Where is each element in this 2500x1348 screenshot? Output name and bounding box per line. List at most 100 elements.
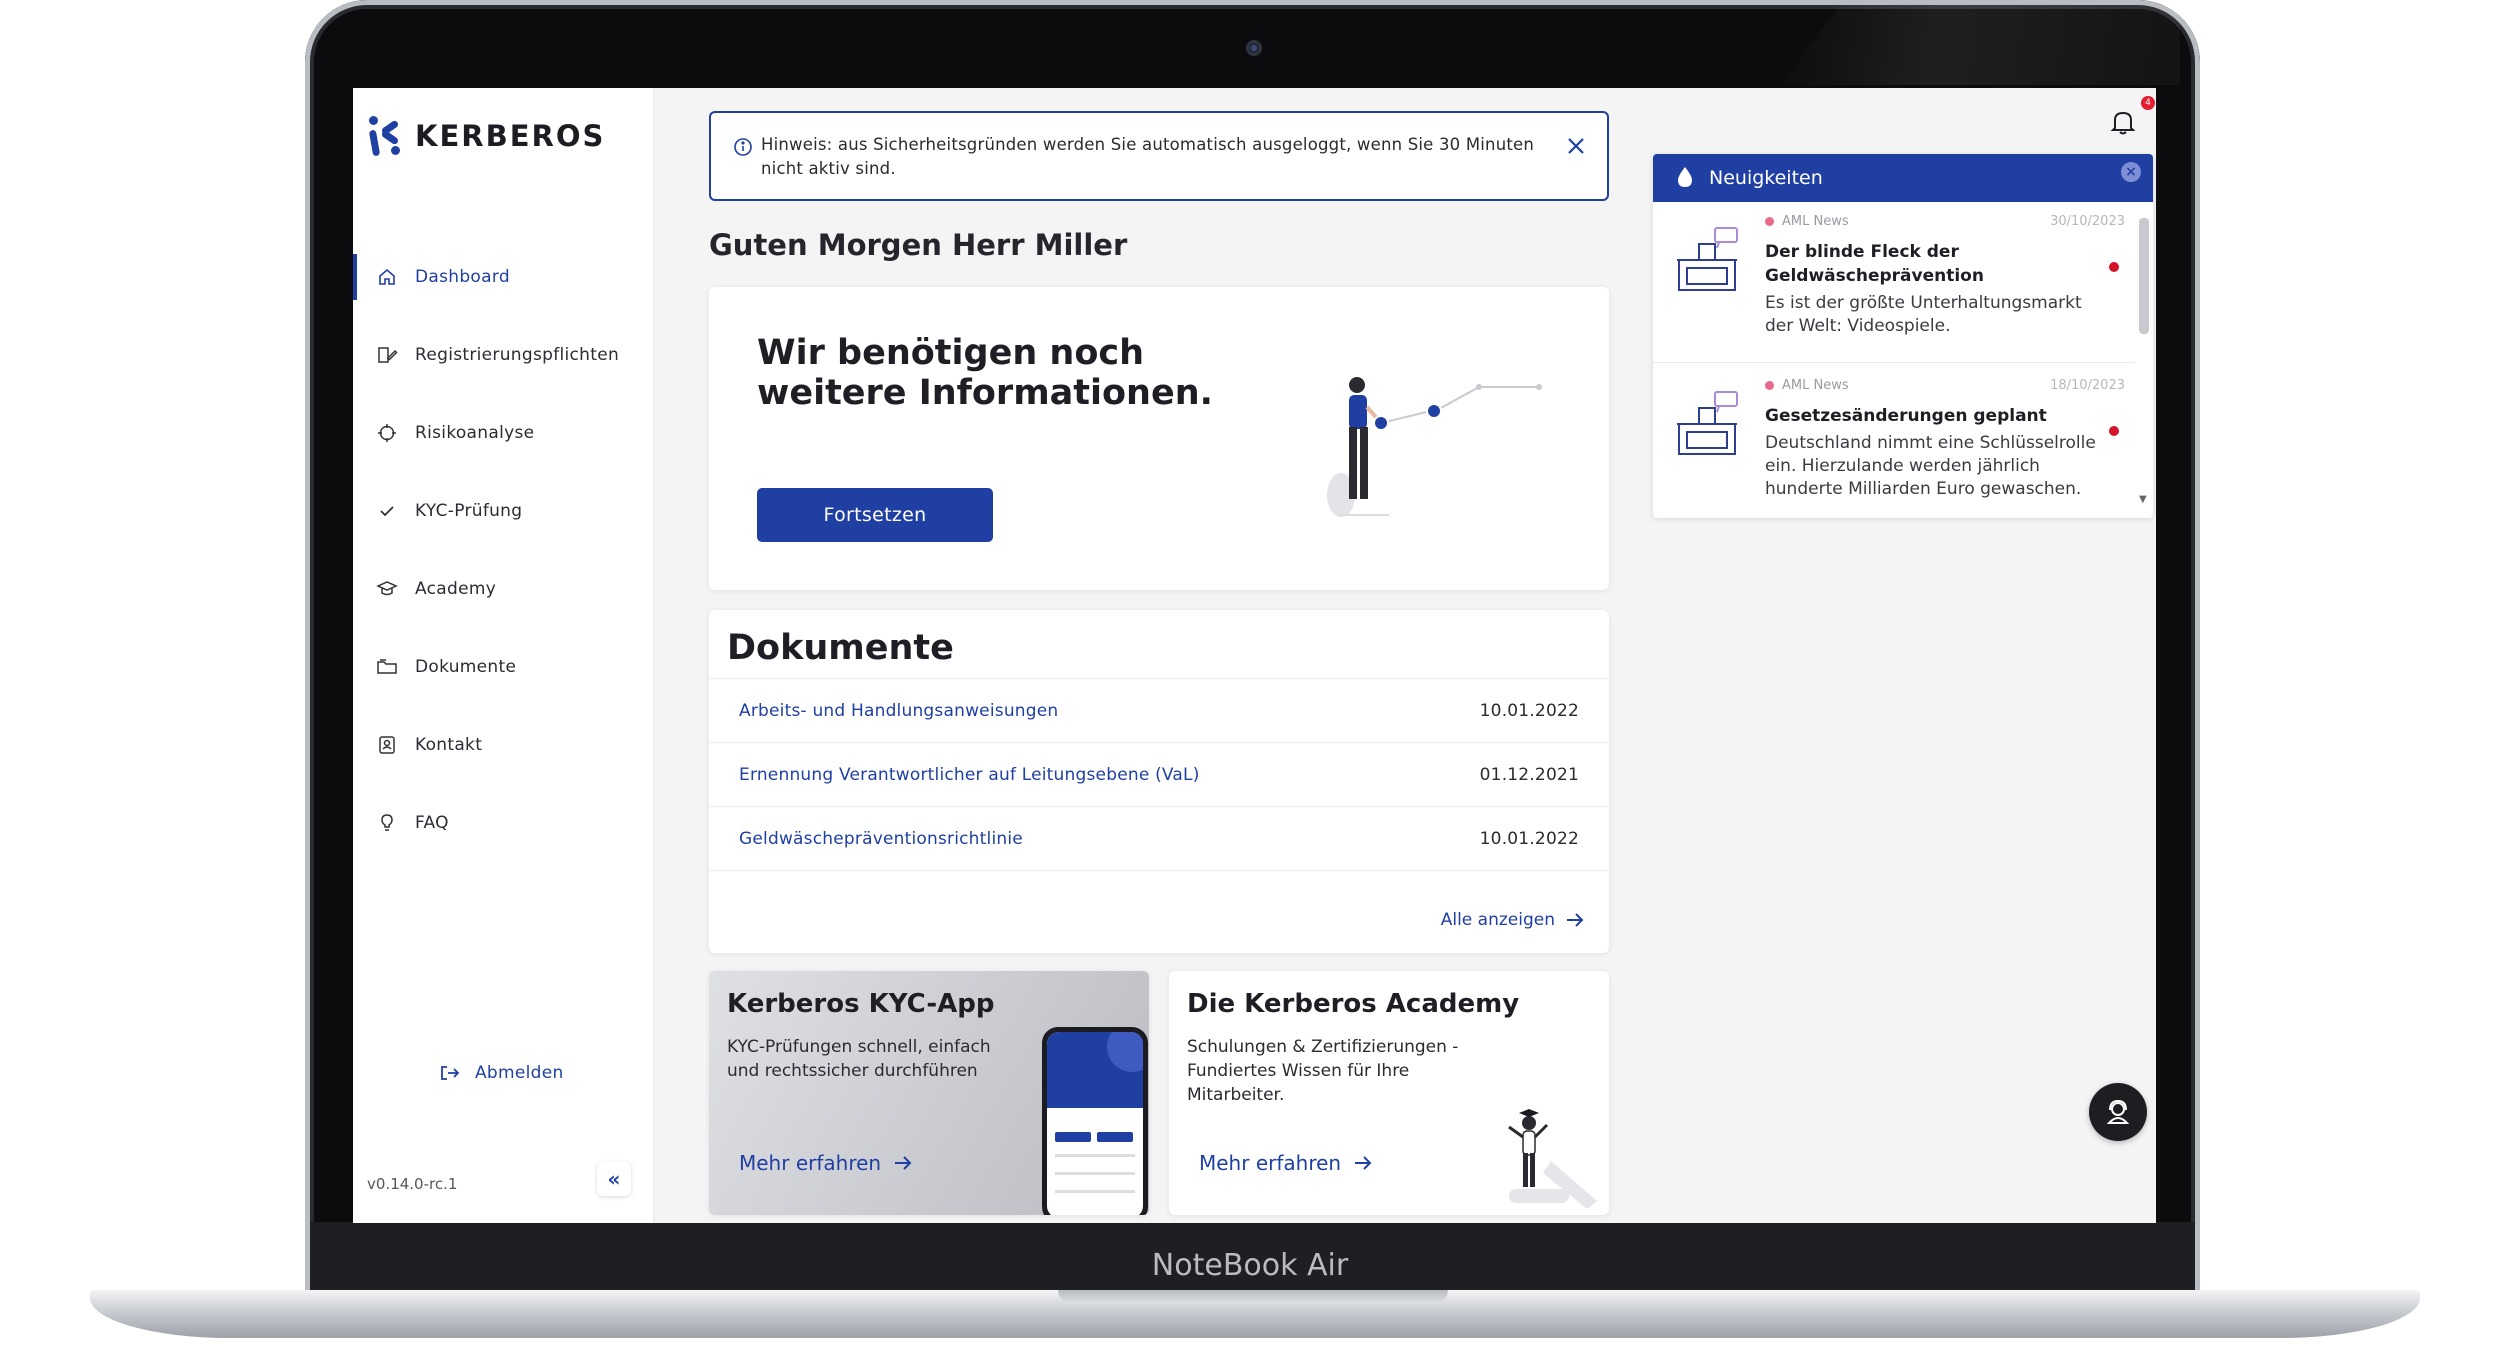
- news-item[interactable]: AML News 30/10/2023 Der blinde Fleck der…: [1653, 202, 2135, 363]
- logout-icon: [441, 1066, 460, 1080]
- news-date: 30/10/2023: [2050, 214, 2125, 229]
- lid-reflection: [1780, 5, 2180, 85]
- continue-button[interactable]: Fortsetzen: [757, 488, 993, 542]
- sidebar-item-label: Dokumente: [415, 657, 517, 677]
- news-item-text: Deutschland nimmt eine Schlüsselrolle ei…: [1765, 433, 2096, 499]
- page-greeting: Guten Morgen Herr Miller: [709, 228, 1128, 262]
- laptop-notch: [1058, 1290, 1448, 1304]
- sidebar-item-registrierungspflichten[interactable]: Registrierungspflichten: [353, 316, 653, 394]
- courthouse-icon: [1677, 391, 1738, 455]
- notification-badge: 4: [2141, 96, 2155, 110]
- lightbulb-icon: [375, 811, 399, 835]
- sidebar-item-faq[interactable]: FAQ: [353, 784, 653, 862]
- progress-illustration: [1327, 377, 1542, 517]
- document-date: 10.01.2022: [1479, 700, 1579, 721]
- show-all-documents-link[interactable]: Alle anzeigen: [1441, 910, 1585, 930]
- close-icon[interactable]: ×: [2121, 162, 2141, 182]
- drop-icon: [1678, 167, 1692, 187]
- support-agent-icon: [2106, 1099, 2130, 1124]
- sidebar: KERBEROS Dashboard Registrierungspflicht…: [353, 88, 654, 1223]
- sidebar-item-label: FAQ: [415, 813, 449, 833]
- sidebar-item-label: Academy: [415, 579, 497, 599]
- promo-text: Schulungen & Zertifizierungen - Fundiert…: [1187, 1037, 1459, 1105]
- session-timeout-notice: Hinweis: aus Sicherheitsgründen werden S…: [709, 111, 1609, 201]
- promo-title: Die Kerberos Academy: [1187, 989, 1520, 1019]
- arrow-right-icon: [895, 1156, 912, 1170]
- arrow-right-icon: [1355, 1156, 1372, 1170]
- webcam: [1246, 40, 1262, 56]
- check-icon: [375, 499, 399, 523]
- sidebar-item-label: KYC-Prüfung: [415, 501, 523, 521]
- app-version: v0.14.0-rc.1: [367, 1175, 458, 1193]
- document-name: Arbeits- und Handlungsanweisungen: [739, 700, 1059, 721]
- academy-learn-more-link[interactable]: Mehr erfahren: [1199, 1151, 1373, 1175]
- documents-card: Dokumente Arbeits- und Handlungsanweisun…: [709, 610, 1609, 953]
- news-item-title: Der blinde Fleck der Geldwäschepräventio…: [1765, 242, 1984, 286]
- laptop-model-label: NoteBook Air: [1151, 1248, 1349, 1283]
- news-header: Neuigkeiten ×: [1653, 154, 2153, 202]
- brand-name: KERBEROS: [415, 119, 606, 153]
- sidebar-item-label: Kontakt: [415, 735, 483, 755]
- logout-label: Abmelden: [475, 1063, 564, 1083]
- collapse-sidebar-button[interactable]: «: [597, 1162, 631, 1196]
- bell-icon[interactable]: [2110, 108, 2136, 136]
- document-row[interactable]: Arbeits- und Handlungsanweisungen 10.01.…: [709, 678, 1609, 742]
- document-edit-icon: [375, 343, 399, 367]
- learn-more-label: Mehr erfahren: [1199, 1151, 1342, 1175]
- sidebar-nav: Dashboard Registrierungspflichten Risiko…: [353, 238, 653, 862]
- sidebar-item-risikoanalyse[interactable]: Risikoanalyse: [353, 394, 653, 472]
- news-source: AML News: [1765, 378, 1849, 393]
- news-title: Neuigkeiten: [1709, 167, 1823, 189]
- academy-promo: Die Kerberos Academy Schulungen & Zertif…: [1169, 971, 1609, 1215]
- news-item-text: Es ist der größte Unterhaltungsmarkt der…: [1765, 293, 2082, 336]
- document-date: 10.01.2022: [1479, 828, 1579, 849]
- sidebar-item-dashboard[interactable]: Dashboard: [353, 238, 653, 316]
- document-row[interactable]: Geldwäschepräventionsrichtlinie 10.01.20…: [709, 806, 1609, 870]
- sidebar-item-label: Dashboard: [415, 267, 510, 287]
- promo-title: Kerberos KYC-App: [727, 989, 995, 1019]
- sidebar-item-kontakt[interactable]: Kontakt: [353, 706, 653, 784]
- show-all-label: Alle anzeigen: [1440, 910, 1555, 930]
- document-date: 01.12.2021: [1479, 764, 1579, 785]
- app-screen: KERBEROS Dashboard Registrierungspflicht…: [353, 88, 2156, 1223]
- document-name: Geldwäschepräventionsrichtlinie: [739, 828, 1023, 849]
- sidebar-item-kyc-pruefung[interactable]: KYC-Prüfung: [353, 472, 653, 550]
- crosshair-icon: [375, 421, 399, 445]
- graduation-cap-icon: [375, 577, 399, 601]
- news-panel: Neuigkeiten × AML News 30/10/2023 Der bl…: [1653, 154, 2153, 518]
- divider: [709, 870, 1609, 871]
- phone-mockup: [1042, 1027, 1148, 1215]
- documents-title: Dokumente: [727, 628, 954, 668]
- news-source: AML News: [1765, 214, 1849, 229]
- onboarding-title: Wir benötigen noch weitere Informationen…: [757, 333, 1213, 413]
- sidebar-item-label: Registrierungspflichten: [415, 345, 620, 365]
- folder-icon: [375, 655, 399, 679]
- info-icon: [734, 138, 752, 156]
- contact-card-icon: [375, 733, 399, 757]
- news-date: 18/10/2023: [2050, 378, 2125, 393]
- promo-text: KYC-Prüfungen schnell, einfach und recht…: [727, 1037, 991, 1081]
- sidebar-item-label: Risikoanalyse: [415, 423, 535, 443]
- unread-indicator: [2109, 426, 2119, 436]
- unread-indicator: [2109, 262, 2119, 272]
- sidebar-item-dokumente[interactable]: Dokumente: [353, 628, 653, 706]
- courthouse-icon: [1677, 227, 1738, 291]
- learn-more-label: Mehr erfahren: [739, 1151, 882, 1175]
- document-name: Ernennung Verantwortlicher auf Leitungse…: [739, 764, 1200, 785]
- kyc-learn-more-link[interactable]: Mehr erfahren: [739, 1151, 913, 1175]
- brand-logo[interactable]: KERBEROS: [368, 116, 606, 157]
- logout-button[interactable]: Abmelden: [439, 1063, 564, 1083]
- sidebar-item-academy[interactable]: Academy: [353, 550, 653, 628]
- kerberos-logo-icon: [368, 116, 403, 157]
- news-item[interactable]: AML News 18/10/2023 Gesetzesänderungen g…: [1653, 366, 2135, 518]
- support-chat-button[interactable]: [2089, 1083, 2147, 1141]
- news-item-title: Gesetzesänderungen geplant: [1765, 406, 2047, 426]
- news-scrollbar[interactable]: [2139, 218, 2149, 334]
- notice-text: Hinweis: aus Sicherheitsgründen werden S…: [761, 135, 1535, 178]
- kyc-app-promo: Kerberos KYC-App KYC-Prüfungen schnell, …: [709, 971, 1149, 1215]
- close-icon[interactable]: [1565, 135, 1587, 157]
- document-row[interactable]: Ernennung Verantwortlicher auf Leitungse…: [709, 742, 1609, 806]
- scroll-down-icon[interactable]: ▼: [2139, 494, 2147, 505]
- onboarding-card: Wir benötigen noch weitere Informationen…: [709, 287, 1609, 590]
- home-icon: [375, 265, 399, 289]
